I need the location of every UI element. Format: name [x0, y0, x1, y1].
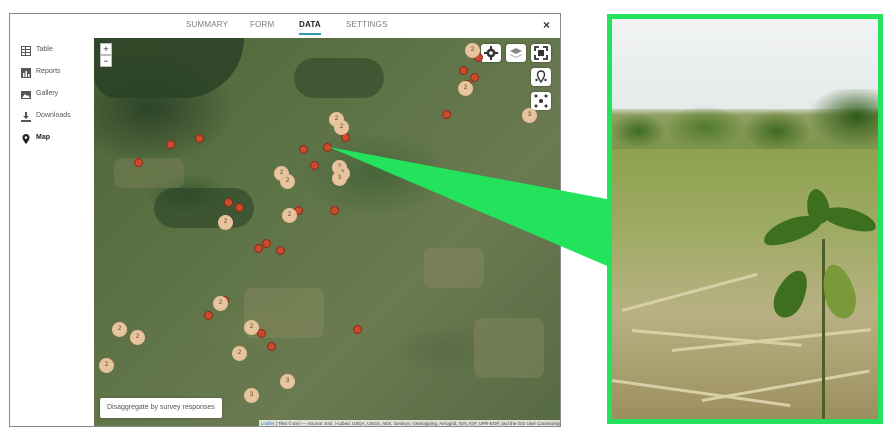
survey-photo	[607, 14, 883, 424]
callout-wedge	[329, 147, 612, 268]
seedling-stem	[822, 239, 825, 419]
